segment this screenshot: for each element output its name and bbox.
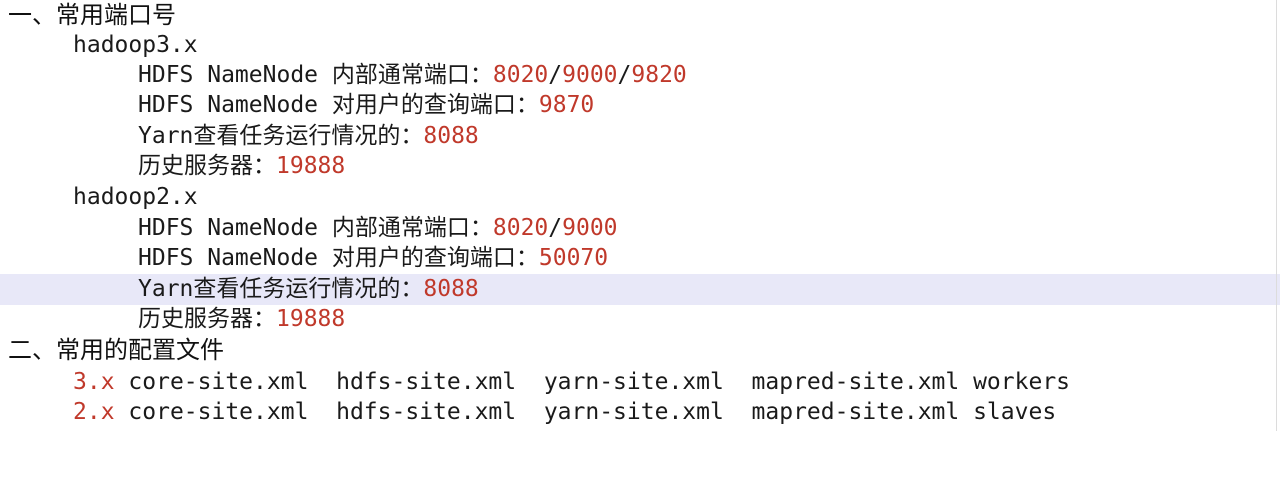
section-heading-config: 二、常用的配置文件 bbox=[0, 335, 1280, 366]
subsection-label: hadoop3.x bbox=[73, 32, 198, 58]
port-value: 19888 bbox=[276, 153, 346, 179]
port-label: HDFS NameNode 对用户的查询端口： bbox=[138, 245, 539, 271]
port-value: 8020 bbox=[492, 215, 549, 241]
port-label: HDFS NameNode 内部通常端口： bbox=[138, 215, 493, 241]
current-line-highlight[interactable]: Yarn查看任务运行情况的：8088 bbox=[0, 274, 1280, 305]
section-title: 二、常用的配置文件 bbox=[8, 336, 224, 364]
port-label: 历史服务器： bbox=[138, 306, 276, 332]
port-value: 50070 bbox=[538, 245, 609, 271]
config-line: 3.x core-site.xml hdfs-site.xml yarn-sit… bbox=[0, 367, 1280, 398]
text-editor[interactable]: 一、常用端口号 hadoop3.x HDFS NameNode 内部通常端口：8… bbox=[0, 0, 1280, 431]
config-files: core-site.xml hdfs-site.xml yarn-site.xm… bbox=[128, 399, 1057, 425]
port-line: HDFS NameNode 对用户的查询端口：50070 bbox=[0, 243, 1280, 274]
port-value: 9000 bbox=[562, 62, 618, 88]
port-value: 9000 bbox=[562, 215, 618, 241]
subsection-hadoop2: hadoop2.x bbox=[0, 182, 1280, 213]
config-version: 3.x bbox=[73, 369, 115, 395]
port-label: Yarn查看任务运行情况的： bbox=[138, 276, 424, 302]
config-version: 2.x bbox=[73, 399, 115, 425]
port-value: 9820 bbox=[631, 62, 687, 88]
port-value: 19888 bbox=[276, 306, 346, 332]
section-title: 一、常用端口号 bbox=[8, 1, 176, 29]
port-separator: / bbox=[548, 215, 563, 241]
editor-right-border bbox=[1276, 0, 1277, 431]
port-value: 8088 bbox=[423, 276, 479, 302]
config-line: 2.x core-site.xml hdfs-site.xml yarn-sit… bbox=[0, 397, 1280, 428]
port-label: Yarn查看任务运行情况的： bbox=[138, 123, 424, 149]
port-line: HDFS NameNode 内部通常端口：8020/9000/9820 bbox=[0, 60, 1280, 91]
port-label: 历史服务器： bbox=[138, 153, 276, 179]
port-label: HDFS NameNode 对用户的查询端口： bbox=[138, 92, 539, 118]
config-files: core-site.xml hdfs-site.xml yarn-site.xm… bbox=[128, 369, 1071, 395]
port-value: 9870 bbox=[538, 92, 595, 118]
subsection-hadoop3: hadoop3.x bbox=[0, 30, 1280, 61]
port-line: 历史服务器：19888 bbox=[0, 151, 1280, 182]
subsection-label: hadoop2.x bbox=[73, 184, 198, 210]
port-value: 8088 bbox=[423, 123, 479, 149]
port-separator: / bbox=[548, 62, 563, 88]
port-separator: / bbox=[617, 62, 632, 88]
port-line: Yarn查看任务运行情况的：8088 bbox=[0, 121, 1280, 152]
port-line: 历史服务器：19888 bbox=[0, 304, 1280, 335]
port-value: 8020 bbox=[492, 62, 549, 88]
port-line: HDFS NameNode 对用户的查询端口：9870 bbox=[0, 90, 1280, 121]
section-heading-ports: 一、常用端口号 bbox=[0, 0, 1280, 31]
port-line: HDFS NameNode 内部通常端口：8020/9000 bbox=[0, 213, 1280, 244]
port-label: HDFS NameNode 内部通常端口： bbox=[138, 62, 493, 88]
